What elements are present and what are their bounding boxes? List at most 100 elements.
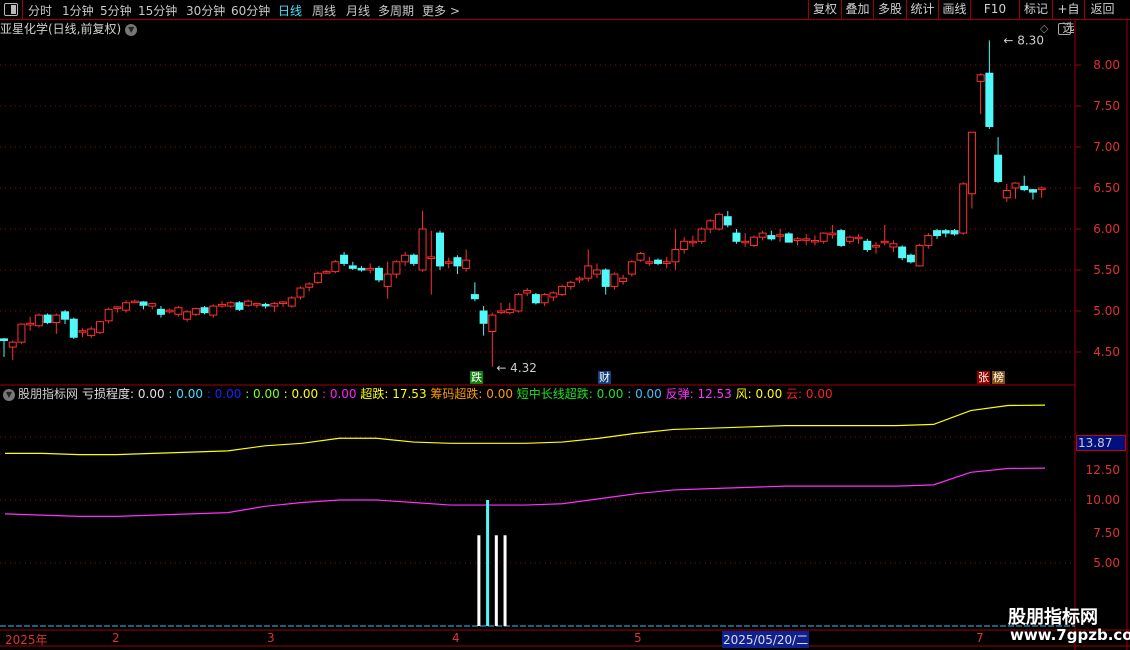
indicator-line	[5, 404, 1046, 456]
candle-body	[252, 303, 261, 306]
price-axis-label: 5.50	[1093, 263, 1120, 277]
cursor-date: 2025/05/20/二	[722, 631, 810, 648]
current-value-label: 13.87	[1076, 435, 1126, 451]
indicator-value: 筹码超跌: 0.00	[426, 387, 513, 401]
candle-body	[732, 232, 741, 242]
candle-body	[61, 311, 70, 320]
candle-body	[566, 281, 575, 287]
candle-body	[8, 341, 17, 348]
candle-body	[392, 261, 401, 275]
candle-body	[967, 131, 976, 195]
watermark-url: www.7gpzb.com	[1010, 626, 1130, 644]
candle-body	[636, 253, 645, 261]
candle-body	[305, 283, 314, 288]
candle-body	[1011, 182, 1020, 189]
candle-body	[113, 306, 122, 309]
kline-chart[interactable]: ← 8.30 ← 4.32	[0, 0, 1130, 650]
candle-body	[95, 321, 104, 333]
candle-body	[854, 236, 863, 240]
candle-body	[592, 269, 601, 275]
candle-body	[322, 271, 331, 274]
candle-body	[148, 303, 157, 307]
price-axis-label: 5.00	[1093, 304, 1120, 318]
candle-body	[348, 265, 357, 269]
candle-body	[218, 303, 226, 307]
candle-body	[104, 308, 113, 322]
time-axis-label: 3	[267, 631, 275, 645]
time-axis-label: 2025年	[5, 633, 48, 647]
candle-body	[270, 303, 279, 307]
candle-body	[941, 230, 950, 234]
candle-body	[880, 240, 889, 244]
high-price-label: ← 8.30	[1003, 33, 1044, 47]
candle-body	[723, 216, 732, 226]
candle-body	[479, 310, 488, 324]
indicator-name[interactable]: 股朋指标网	[18, 387, 78, 401]
candle-body	[261, 303, 270, 307]
candle-body	[514, 294, 523, 312]
candle-body	[889, 243, 898, 248]
candle-body	[715, 213, 724, 230]
event-marker[interactable]: 财	[598, 371, 611, 384]
event-marker[interactable]: 张	[977, 371, 990, 384]
candle-body	[950, 230, 959, 235]
candle-body	[671, 249, 680, 263]
candle-body	[156, 308, 165, 315]
candle-body	[924, 235, 933, 246]
candle-body	[488, 314, 497, 333]
candle-body	[959, 183, 968, 234]
candle-body	[69, 318, 78, 338]
candle-body	[872, 244, 880, 248]
price-axis-label: 8.00	[1093, 58, 1120, 72]
candle-body	[374, 267, 383, 281]
indicator-axis-label: 10.00	[1085, 493, 1120, 507]
indicator-axis-label: 7.50	[1093, 526, 1120, 540]
indicator-bar	[503, 535, 507, 626]
candle-body	[697, 228, 706, 242]
indicator-value: : 0.00	[241, 387, 280, 401]
candle-body	[130, 300, 139, 304]
event-marker[interactable]: 跌	[470, 371, 483, 384]
candle-body	[619, 277, 628, 282]
candle-body	[985, 72, 994, 127]
candle-body	[549, 292, 558, 298]
candle-body	[680, 240, 689, 251]
indicator-value: 风: 0.00	[731, 387, 783, 401]
indicator-axis-label: 5.00	[1093, 556, 1120, 570]
candle-body	[279, 301, 288, 304]
indicator-bar	[494, 535, 498, 626]
candle-body	[505, 308, 514, 314]
price-axis-label: 7.00	[1093, 140, 1120, 154]
price-axis-label: 7.50	[1093, 99, 1120, 113]
candle-body	[558, 285, 567, 296]
candle-body	[52, 314, 61, 323]
candle-body	[87, 328, 96, 337]
price-axis-label: 6.00	[1093, 222, 1120, 236]
chevron-down-icon[interactable]: ▼	[3, 388, 15, 401]
candle-body	[906, 254, 915, 263]
candle-body	[366, 267, 375, 271]
candle-body	[654, 259, 662, 264]
candle-body	[418, 228, 427, 271]
indicator-value: 短中长线超跌: 0.00	[512, 387, 624, 401]
candle-body	[915, 244, 924, 267]
candle-body	[749, 236, 758, 246]
candle-body	[1002, 189, 1011, 199]
indicator-value: : 0.00	[202, 387, 242, 401]
candle-body	[357, 267, 366, 271]
candle-body	[662, 261, 671, 264]
candle-body	[296, 287, 305, 298]
low-price-label: ← 4.32	[496, 361, 537, 375]
candle-body	[741, 240, 750, 244]
indicator-bar	[477, 535, 481, 626]
candle-body	[802, 238, 811, 241]
candle-body	[627, 261, 636, 275]
candle-body	[462, 259, 471, 269]
price-axis-label: 6.50	[1093, 181, 1120, 195]
event-marker[interactable]: 榜	[992, 371, 1005, 384]
price-axis-label: 4.50	[1093, 345, 1120, 359]
candle-body	[174, 307, 183, 315]
candle-body	[313, 272, 322, 283]
indicator-value: : 0.00	[279, 387, 319, 401]
indicator-value: 超跌: 17.53	[356, 387, 427, 401]
